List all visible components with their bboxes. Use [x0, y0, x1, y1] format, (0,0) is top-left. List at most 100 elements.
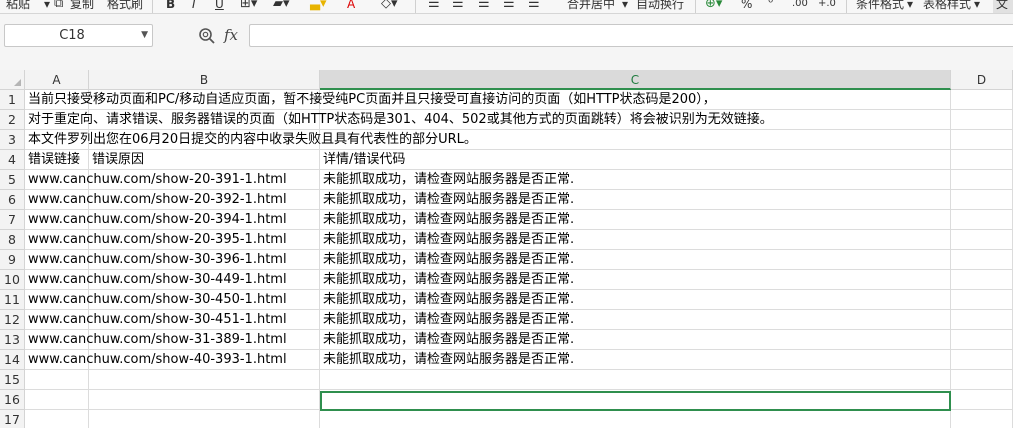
cell-d[interactable]: [951, 370, 1013, 390]
cell-d[interactable]: [951, 130, 1013, 150]
cell-d[interactable]: [951, 90, 1013, 110]
row-header[interactable]: 3: [0, 130, 25, 150]
doc-tab-button[interactable]: 文: [993, 0, 1013, 13]
cell-a[interactable]: [25, 390, 89, 410]
paste-button[interactable]: 粘贴: [6, 0, 30, 13]
row-header[interactable]: 6: [0, 190, 25, 210]
increase-decimal-button[interactable]: +.0: [818, 0, 836, 13]
cell-d[interactable]: [951, 230, 1013, 250]
table-style-dropdown-icon[interactable]: ▾: [974, 0, 980, 13]
border-icon[interactable]: ⊞▾: [240, 0, 257, 12]
cell-d[interactable]: [951, 250, 1013, 270]
cell-c[interactable]: [320, 410, 951, 428]
cell-c-text: 未能抓取成功，请检查网站服务器是否正常.: [323, 252, 575, 267]
row-header[interactable]: 4: [0, 150, 25, 170]
cell-d[interactable]: [951, 210, 1013, 230]
cell-b-text: [89, 190, 92, 210]
copy-button[interactable]: 复制: [70, 0, 94, 13]
column-header-a[interactable]: A: [25, 70, 89, 90]
underline-button[interactable]: U: [215, 0, 224, 13]
merge-dropdown-icon[interactable]: ▾: [622, 0, 628, 13]
currency-icon[interactable]: ⊕▾: [705, 0, 722, 12]
bold-button[interactable]: B: [166, 0, 175, 13]
cell-b[interactable]: [89, 390, 320, 410]
cell-c-text: 未能抓取成功，请检查网站服务器是否正常.: [323, 292, 575, 307]
table-row: www.canchuw.com/show-30-451-1.html 未能抓取成功…: [25, 310, 1013, 330]
font-color-button[interactable]: A: [347, 0, 355, 13]
row-header[interactable]: 16: [0, 390, 25, 410]
align-center-icon[interactable]: ☰: [452, 0, 464, 12]
merge-center-button[interactable]: 合并居中: [567, 0, 615, 13]
clear-format-icon[interactable]: ◇▾: [381, 0, 398, 12]
cell-d[interactable]: [951, 270, 1013, 290]
cell-d[interactable]: [951, 350, 1013, 370]
table-row: www.canchuw.com/show-30-449-1.html 未能抓取成功…: [25, 270, 1013, 290]
cell-a-text: www.canchuw.com/show-40-393-1.html: [28, 352, 287, 367]
cell-d[interactable]: [951, 190, 1013, 210]
cell-b-text: [89, 390, 92, 410]
cell-c[interactable]: [320, 370, 951, 390]
cell-c-text: 未能抓取成功，请检查网站服务器是否正常.: [323, 312, 575, 327]
format-painter-button[interactable]: 格式刷: [107, 0, 143, 13]
row-header[interactable]: 15: [0, 370, 25, 390]
conditional-format-dropdown-icon[interactable]: ▾: [907, 0, 913, 13]
ribbon-separator: [846, 0, 847, 13]
row-header[interactable]: 11: [0, 290, 25, 310]
formula-input[interactable]: [249, 24, 1013, 47]
column-header-b[interactable]: B: [89, 70, 320, 90]
cell-b[interactable]: [89, 410, 320, 428]
zoom-icon[interactable]: [198, 27, 216, 45]
fill-color-icon[interactable]: ▰▾: [273, 0, 290, 12]
row-header[interactable]: 13: [0, 330, 25, 350]
cell-b-text: [89, 310, 92, 330]
cell-b-text: [89, 110, 92, 130]
row-header[interactable]: 17: [0, 410, 25, 428]
cell-a[interactable]: [25, 410, 89, 428]
cell-d[interactable]: [951, 150, 1013, 170]
cell-d[interactable]: [951, 410, 1013, 428]
row-header[interactable]: 1: [0, 90, 25, 110]
column-header-c[interactable]: C: [320, 70, 951, 90]
italic-button[interactable]: I: [192, 0, 196, 13]
cell-b[interactable]: [89, 370, 320, 390]
clipboard-divider-icon: ▾: [44, 0, 51, 11]
percent-button[interactable]: %: [741, 0, 752, 13]
row-header[interactable]: 8: [0, 230, 25, 250]
highlight-icon[interactable]: ▃▾: [310, 0, 327, 12]
cell-d[interactable]: [951, 390, 1013, 410]
fx-icon[interactable]: fx: [224, 25, 238, 45]
wrap-text-button[interactable]: 自动换行: [636, 0, 684, 13]
cell-a-text: www.canchuw.com/show-30-451-1.html: [28, 312, 287, 327]
row-header[interactable]: 14: [0, 350, 25, 370]
cell-d[interactable]: [951, 110, 1013, 130]
cell-c[interactable]: [320, 390, 951, 410]
row-header[interactable]: 2: [0, 110, 25, 130]
cell-c-text: 未能抓取成功，请检查网站服务器是否正常.: [323, 172, 575, 187]
align-left-icon[interactable]: ☰: [428, 0, 440, 12]
cell-d[interactable]: [951, 290, 1013, 310]
cell-d[interactable]: [951, 330, 1013, 350]
copy-icon: ⧉: [54, 0, 64, 11]
row-header[interactable]: 10: [0, 270, 25, 290]
distribute-icon[interactable]: ☰: [528, 0, 540, 12]
decrease-decimal-button[interactable]: .00: [792, 0, 808, 13]
cell-d[interactable]: [951, 310, 1013, 330]
chevron-down-icon[interactable]: ▼: [141, 25, 148, 46]
cell-c[interactable]: [320, 150, 951, 170]
align-right-icon[interactable]: ☰: [478, 0, 490, 12]
table-style-button[interactable]: 表格样式: [923, 0, 971, 13]
select-all-corner[interactable]: [0, 70, 25, 90]
cell-a[interactable]: [25, 370, 89, 390]
thousands-icon[interactable]: ⁰: [768, 0, 773, 12]
cell-b-text: 错误原因: [92, 152, 145, 167]
spreadsheet-grid[interactable]: A B C D 1 当前只接受移动页面和PC/移动自适应页面，暂不接受纯PC页面并…: [0, 70, 1013, 428]
row-header[interactable]: 9: [0, 250, 25, 270]
row-header[interactable]: 12: [0, 310, 25, 330]
name-box[interactable]: C18 ▼: [4, 24, 153, 47]
row-header[interactable]: 5: [0, 170, 25, 190]
column-header-d[interactable]: D: [951, 70, 1013, 90]
cell-d[interactable]: [951, 170, 1013, 190]
justify-icon[interactable]: ☰: [503, 0, 515, 12]
row-header[interactable]: 7: [0, 210, 25, 230]
conditional-format-button[interactable]: 条件格式: [856, 0, 904, 13]
